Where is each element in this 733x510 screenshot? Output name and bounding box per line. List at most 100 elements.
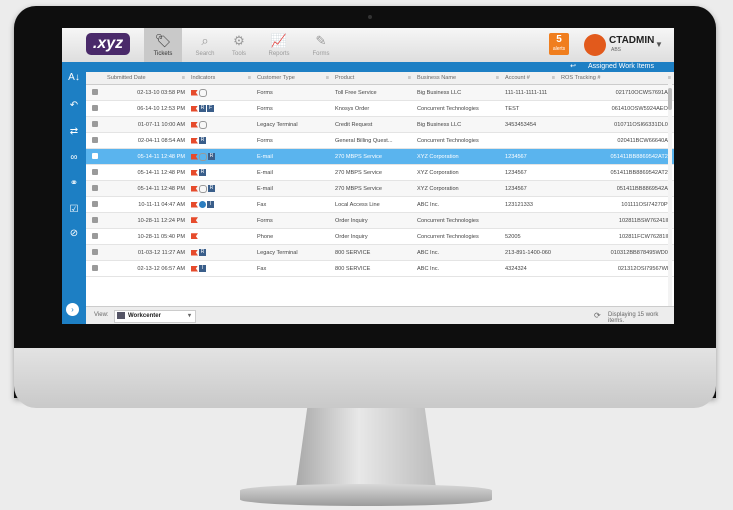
row-checkbox[interactable]	[92, 120, 98, 127]
cell-indicators	[188, 228, 254, 245]
row-checkbox[interactable]	[92, 264, 98, 271]
indicator-badge[interactable]: I	[207, 201, 214, 208]
row-checkbox-cell[interactable]	[86, 84, 104, 101]
flag-icon[interactable]	[191, 153, 198, 160]
indicator-badge[interactable]: I	[199, 265, 206, 272]
table-row[interactable]: 02-04-11 08:54 AM R Forms General Billing Q…	[86, 132, 674, 149]
column-header[interactable]: Customer Type ≡	[254, 72, 332, 85]
row-checkbox-cell[interactable]	[86, 196, 104, 213]
attachment-icon[interactable]	[199, 184, 207, 193]
row-checkbox[interactable]	[92, 232, 98, 239]
table-row[interactable]: 10-28-11 12:24 PM Forms Order Inquiry Concu…	[86, 212, 674, 229]
column-menu-icon[interactable]: ≡	[408, 75, 411, 81]
nav-reports[interactable]: 📈 Reports	[260, 28, 298, 62]
attachment-icon[interactable]	[199, 120, 207, 129]
table-row[interactable]: 05-14-11 12:48 PM R E-mail 270 MBPS Service…	[86, 148, 674, 165]
column-header[interactable]: ROS Tracking # ≡	[558, 72, 674, 85]
reply-icon[interactable]: ↶	[66, 98, 82, 114]
table-row[interactable]: 02-13-12 06:57 AM I Fax 800 SERVICE ABC Inc.…	[86, 260, 674, 277]
column-header[interactable]: Account # ≡	[502, 72, 558, 85]
column-menu-icon[interactable]: ≡	[182, 75, 185, 81]
table-row[interactable]: 01-07-11 10:00 AM Legacy Terminal Credit R…	[86, 116, 674, 133]
row-checkbox[interactable]	[92, 104, 98, 111]
table-row[interactable]: 05-14-11 12:48 PM R E-mail 270 MBPS Service…	[86, 180, 674, 197]
flag-icon[interactable]	[191, 249, 198, 256]
row-checkbox-cell[interactable]	[86, 132, 104, 149]
row-checkbox-cell[interactable]	[86, 164, 104, 181]
sort-az-icon[interactable]: A↓	[66, 70, 82, 86]
indicator-badge[interactable]: F	[207, 105, 214, 112]
column-menu-icon[interactable]: ≡	[248, 75, 251, 81]
indicator-badge[interactable]: R	[199, 169, 206, 176]
assigned-work-items-bar[interactable]: ↩ Assigned Work Items	[86, 62, 674, 72]
attachment-icon[interactable]	[199, 152, 207, 161]
flag-icon[interactable]	[191, 137, 198, 144]
table-scrollbar-track[interactable]	[668, 84, 672, 306]
nav-tickets[interactable]: 🏷 Tickets	[144, 28, 182, 62]
row-checkbox-cell[interactable]	[86, 244, 104, 261]
flag-icon[interactable]	[191, 169, 198, 176]
row-checkbox[interactable]	[92, 216, 98, 223]
column-menu-icon[interactable]: ≡	[326, 75, 329, 81]
flag-icon[interactable]	[191, 201, 198, 208]
row-checkbox[interactable]	[92, 88, 98, 95]
row-checkbox[interactable]	[92, 152, 98, 159]
row-checkbox-cell[interactable]	[86, 180, 104, 197]
row-checkbox[interactable]	[92, 248, 98, 255]
row-checkbox-cell[interactable]	[86, 228, 104, 245]
indicator-badge[interactable]: R	[208, 185, 215, 192]
indicator-badge[interactable]: R	[199, 105, 206, 112]
nav-search[interactable]: ⌕ Search	[186, 28, 224, 62]
link-icon[interactable]: ∞	[66, 150, 82, 166]
table-row[interactable]: 10-28-11 05:40 PM Phone Order Inquiry Concu…	[86, 228, 674, 245]
column-header[interactable]: Business Name ≡	[414, 72, 502, 85]
row-checkbox-cell[interactable]	[86, 260, 104, 277]
table-row[interactable]: 05-14-11 12:48 PM R E-mail 270 MBPS Service…	[86, 164, 674, 181]
user-name[interactable]: CTADMIN	[609, 35, 654, 46]
column-header[interactable]: Submitted Date ≡	[104, 72, 188, 85]
user-menu-chevron-down-icon[interactable]: ▼	[655, 40, 663, 49]
expand-arrow-icon[interactable]: ›	[66, 303, 79, 316]
checkbox-icon[interactable]: ☑	[66, 202, 82, 218]
attachment-icon[interactable]	[199, 88, 207, 97]
nav-tools[interactable]: ⚙ Tools	[220, 28, 258, 62]
row-checkbox[interactable]	[92, 168, 98, 175]
view-select[interactable]: Workcenter ▾	[114, 310, 196, 323]
nav-forms[interactable]: ✎ Forms	[302, 28, 340, 62]
row-checkbox-cell[interactable]	[86, 116, 104, 133]
table-row[interactable]: 01-03-12 11:27 AM R Legacy Terminal 800 SER…	[86, 244, 674, 261]
globe-icon[interactable]	[199, 201, 206, 208]
flag-icon[interactable]	[191, 89, 198, 96]
flag-icon[interactable]	[191, 185, 198, 192]
flag-icon[interactable]	[191, 265, 198, 272]
user-avatar[interactable]	[584, 34, 606, 56]
row-checkbox[interactable]	[92, 200, 98, 207]
app-logo[interactable]: .xyz	[86, 33, 130, 55]
table-scrollbar-thumb[interactable]	[668, 88, 672, 110]
table-row[interactable]: 10-11-11 04:47 AM I Fax Local Access Line AB…	[86, 196, 674, 213]
column-menu-icon[interactable]: ≡	[552, 75, 555, 81]
row-checkbox-cell[interactable]	[86, 148, 104, 165]
assign-icon[interactable]: ⇄	[66, 124, 82, 140]
column-header[interactable]: Product ≡	[332, 72, 414, 85]
indicator-badge[interactable]: R	[208, 153, 215, 160]
column-menu-icon[interactable]: ≡	[496, 75, 499, 81]
column-header[interactable]: Indicators ≡	[188, 72, 254, 85]
row-checkbox-cell[interactable]	[86, 212, 104, 229]
block-icon[interactable]: ⊘	[66, 226, 82, 242]
refresh-icon[interactable]: ⟳	[594, 311, 601, 320]
row-checkbox-cell[interactable]	[86, 100, 104, 117]
column-menu-icon[interactable]: ≡	[668, 75, 671, 81]
flag-icon[interactable]	[191, 233, 198, 240]
alerts-badge[interactable]: 5 alerts	[549, 33, 569, 55]
row-checkbox[interactable]	[92, 136, 98, 143]
indicator-badge[interactable]: R	[199, 249, 206, 256]
table-row[interactable]: 02-13-10 03:58 PM Forms Toll Free Service B…	[86, 84, 674, 101]
indicator-badge[interactable]: R	[199, 137, 206, 144]
row-checkbox[interactable]	[92, 184, 98, 191]
table-row[interactable]: 06-14-10 12:53 PM R F Forms Knosys Order Conc…	[86, 100, 674, 117]
group-icon[interactable]: ⚭	[66, 176, 82, 192]
flag-icon[interactable]	[191, 105, 198, 112]
flag-icon[interactable]	[191, 121, 198, 128]
flag-icon[interactable]	[191, 217, 198, 224]
